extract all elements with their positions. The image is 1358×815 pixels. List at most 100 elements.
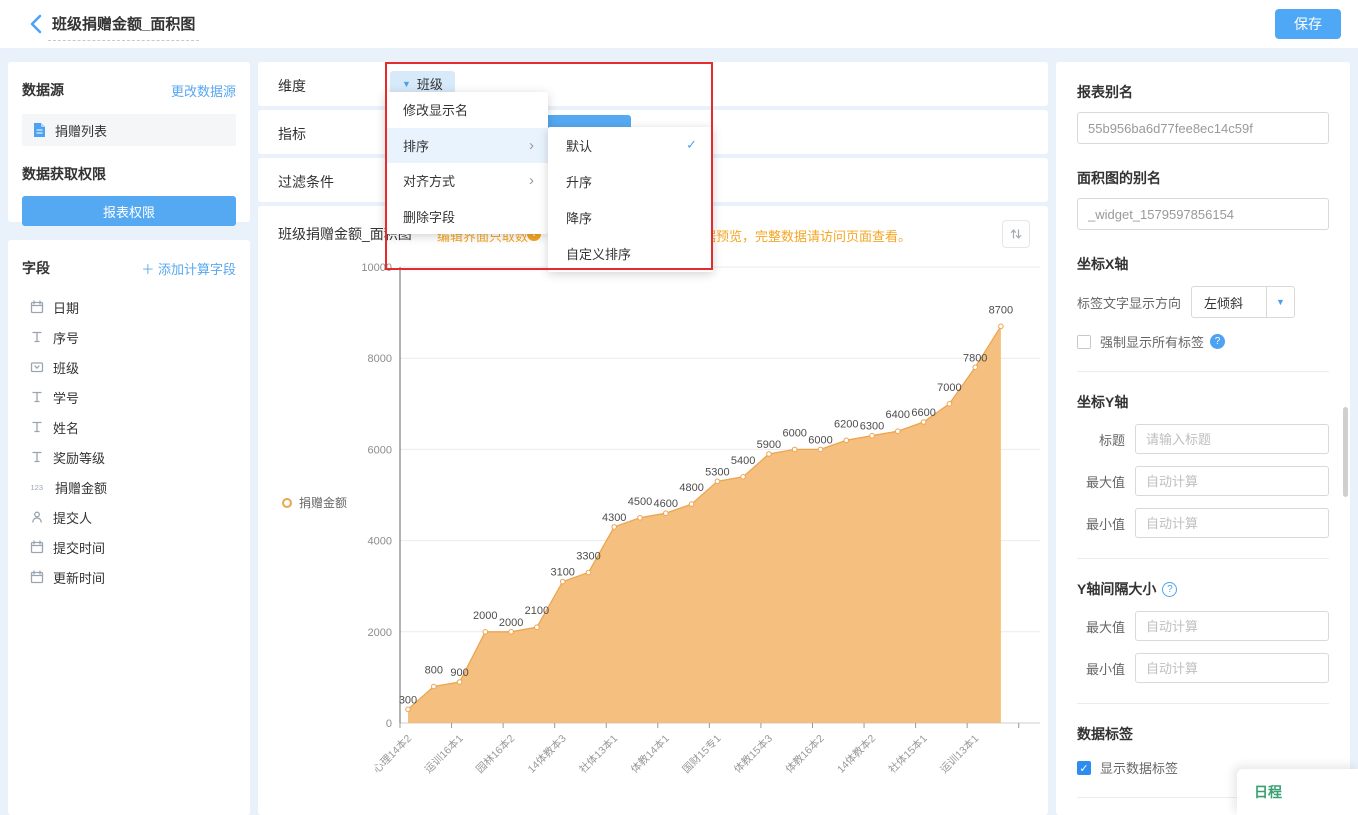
field-item[interactable]: 班级 [8, 352, 250, 382]
field-context-menu: 修改显示名排序›对齐方式›删除字段 [385, 92, 548, 234]
svg-text:体教14本1: 体教14本1 [628, 732, 672, 776]
svg-text:6000: 6000 [782, 427, 806, 439]
fields-header: 字段 [22, 258, 50, 278]
text-field-icon [30, 420, 44, 434]
gap-max-label: 最大值 [1077, 617, 1125, 636]
show-data-label-checkbox[interactable]: ✓ [1077, 761, 1091, 775]
y-max-input[interactable] [1135, 466, 1329, 496]
menu-item[interactable]: 修改显示名 [385, 92, 548, 128]
submenu-item[interactable]: 降序 [548, 200, 713, 236]
text-field-icon [30, 330, 44, 344]
save-button[interactable]: 保存 [1275, 9, 1341, 39]
warning-text-suffix: 据预览，完整数据请访问页面查看。 [703, 226, 911, 245]
area-alias-input[interactable] [1077, 198, 1329, 230]
back-button[interactable] [26, 13, 48, 35]
svg-text:14体教本2: 14体教本2 [834, 732, 878, 776]
field-item[interactable]: 奖励等级 [8, 442, 250, 472]
force-labels-checkbox[interactable] [1077, 335, 1091, 349]
person-icon [30, 510, 44, 524]
field-item[interactable]: 123捐赠金额 [8, 472, 250, 502]
force-labels-label: 强制显示所有标签 [1100, 332, 1204, 351]
label-direction-select[interactable]: 左倾斜 ▼ [1191, 286, 1295, 318]
divider [1077, 558, 1329, 559]
y-title-input[interactable] [1135, 424, 1329, 454]
svg-text:运训16本1: 运训16本1 [422, 732, 466, 776]
y-gap-header: Y轴间隔大小 [1077, 579, 1156, 599]
svg-text:园林16本2: 园林16本2 [473, 732, 517, 776]
submenu-item[interactable]: 自定义排序 [548, 236, 713, 272]
svg-text:心理14本2: 心理14本2 [370, 732, 414, 776]
report-designer: 班级捐赠金额_面积图 保存 数据源 更改数据源 捐赠列表 数据获取权限 报表权限… [0, 0, 1358, 815]
change-datasource-link[interactable]: 更改数据源 [171, 81, 236, 100]
add-calc-field-link[interactable]: ＋ 添加计算字段 [141, 259, 236, 278]
area-chart: 0200040006000800010000300800900200020002… [258, 206, 1048, 815]
help-icon[interactable]: ? [1210, 334, 1225, 349]
chevron-down-icon: ▼ [402, 79, 411, 89]
field-item[interactable]: 学号 [8, 382, 250, 412]
report-alias-input[interactable] [1077, 112, 1329, 144]
datasource-name: 捐赠列表 [55, 121, 107, 140]
y-title-label: 标题 [1077, 430, 1125, 449]
chevron-down-icon: ▼ [1266, 287, 1294, 317]
svg-text:6200: 6200 [834, 418, 858, 430]
select-field-icon [30, 360, 44, 374]
svg-text:6000: 6000 [808, 434, 832, 446]
field-item[interactable]: 日期 [8, 292, 250, 322]
field-item[interactable]: 序号 [8, 322, 250, 352]
y-min-input[interactable] [1135, 508, 1329, 538]
svg-text:900: 900 [450, 667, 468, 679]
report-alias-header: 报表别名 [1077, 82, 1329, 102]
svg-text:8700: 8700 [989, 304, 1013, 316]
svg-text:2000: 2000 [499, 617, 523, 629]
svg-text:4000: 4000 [368, 536, 392, 548]
show-data-label-label: 显示数据标签 [1100, 758, 1178, 777]
calendar-icon [30, 540, 44, 554]
schedule-label: 日程 [1254, 782, 1282, 802]
perm-header: 数据获取权限 [8, 146, 250, 184]
y-max-label: 最大值 [1077, 472, 1125, 491]
gap-min-label: 最小值 [1077, 659, 1125, 678]
svg-text:123: 123 [31, 483, 44, 492]
svg-text:6400: 6400 [886, 409, 910, 421]
svg-text:6600: 6600 [911, 407, 935, 419]
datasource-item[interactable]: 捐赠列表 [22, 114, 236, 146]
check-icon: ✓ [686, 137, 697, 153]
text-field-icon [30, 450, 44, 464]
chevron-right-icon: › [529, 172, 534, 189]
svg-text:2100: 2100 [525, 605, 549, 617]
settings-panel: 报表别名 面积图的别名 坐标X轴 标签文字显示方向 左倾斜 ▼ 强制显示所有标签… [1056, 62, 1350, 815]
svg-text:6000: 6000 [368, 444, 392, 456]
svg-text:体教16本2: 体教16本2 [783, 732, 827, 776]
number-field-icon: 123 [30, 480, 46, 494]
measure-label: 指标 [278, 124, 306, 144]
svg-text:4500: 4500 [628, 496, 652, 508]
svg-text:300: 300 [399, 694, 417, 706]
data-label-header: 数据标签 [1077, 724, 1329, 744]
x-axis-header: 坐标X轴 [1077, 254, 1329, 274]
gap-max-input[interactable] [1135, 611, 1329, 641]
file-icon [32, 122, 47, 138]
svg-text:5300: 5300 [705, 466, 729, 478]
menu-item[interactable]: 对齐方式› [385, 163, 548, 199]
svg-text:社体13本1: 社体13本1 [576, 732, 620, 776]
schedule-popup[interactable]: 日程 [1237, 769, 1358, 815]
svg-text:0: 0 [386, 718, 392, 730]
submenu-item[interactable]: 默认✓ [548, 127, 713, 163]
field-item[interactable]: 提交人 [8, 502, 250, 532]
divider [1077, 371, 1329, 372]
gap-min-input[interactable] [1135, 653, 1329, 683]
field-item[interactable]: 更新时间 [8, 562, 250, 592]
scrollbar-thumb[interactable] [1343, 407, 1348, 497]
field-item[interactable]: 姓名 [8, 412, 250, 442]
field-item[interactable]: 提交时间 [8, 532, 250, 562]
menu-item[interactable]: 排序› [385, 128, 548, 164]
y-min-label: 最小值 [1077, 514, 1125, 533]
svg-text:国财15专1: 国财15专1 [680, 732, 724, 776]
report-permission-button[interactable]: 报表权限 [22, 196, 236, 226]
page-title[interactable]: 班级捐赠金额_面积图 [48, 13, 199, 41]
help-icon[interactable]: ? [1162, 582, 1177, 597]
calendar-icon [30, 570, 44, 584]
dimension-label: 维度 [278, 76, 306, 96]
menu-item[interactable]: 删除字段 [385, 199, 548, 235]
submenu-item[interactable]: 升序 [548, 163, 713, 199]
